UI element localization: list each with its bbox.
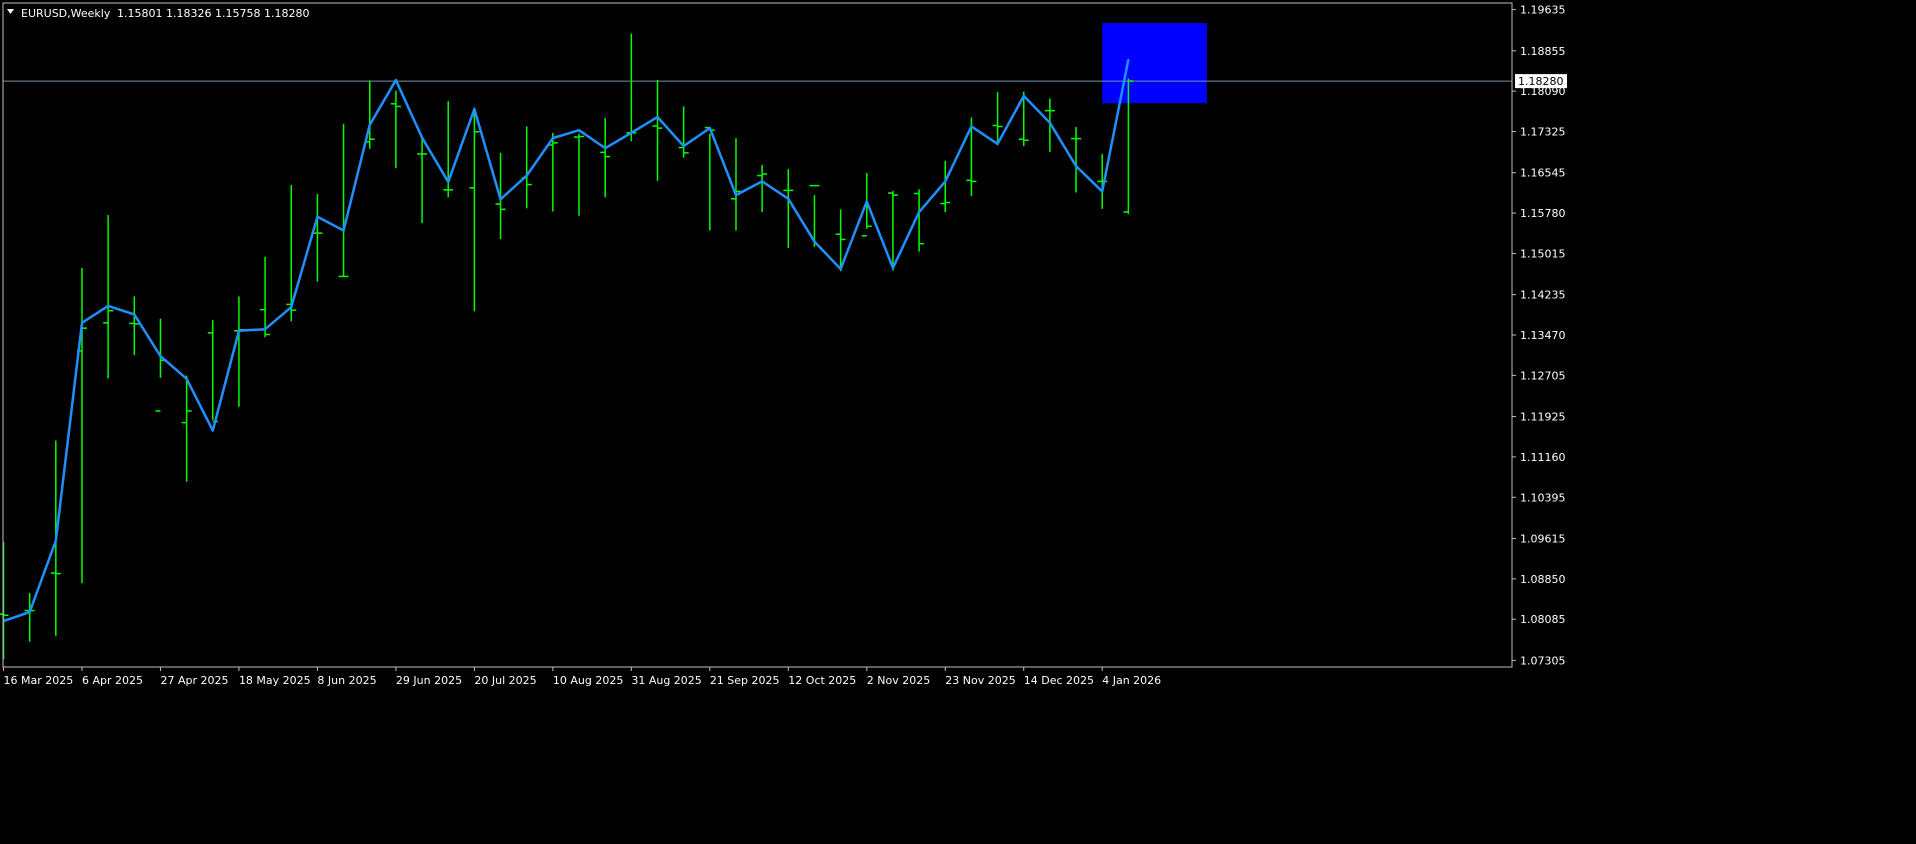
line-point xyxy=(290,306,293,308)
line-point xyxy=(944,180,947,183)
line-point xyxy=(735,194,737,196)
time-tick-label: 16 Mar 2025 xyxy=(4,674,74,687)
line-point xyxy=(1101,190,1104,193)
line-point xyxy=(865,200,868,203)
line-point xyxy=(656,116,659,118)
time-tick-label: 18 May 2025 xyxy=(239,674,311,687)
line-point xyxy=(1075,165,1077,167)
line-point xyxy=(185,378,188,380)
time-tick-label: 2 Nov 2025 xyxy=(867,674,930,687)
line-point xyxy=(970,125,973,128)
symbol-label: EURUSD,Weekly xyxy=(21,7,111,20)
price-tick-label: 1.10395 xyxy=(1520,491,1566,504)
line-point xyxy=(133,313,136,316)
line-point xyxy=(1127,58,1130,61)
time-tick-label: 31 Aug 2025 xyxy=(631,674,701,687)
line-point xyxy=(499,198,502,201)
line-point xyxy=(630,132,633,134)
price-tick-label: 1.11925 xyxy=(1520,411,1566,424)
highlight-box-layer xyxy=(1102,23,1207,104)
price-tick-label: 1.13470 xyxy=(1520,329,1566,342)
time-tick-label: 10 Aug 2025 xyxy=(553,674,623,687)
line-point xyxy=(604,147,606,149)
line-point xyxy=(1022,95,1025,97)
time-tick-label: 12 Oct 2025 xyxy=(788,674,856,687)
price-chart[interactable]: 1.19635 1.18855 1.18090 1.17325 1.16545 1.157… xyxy=(0,0,1916,840)
time-tick-label: 20 Jul 2025 xyxy=(474,674,536,687)
line-point xyxy=(159,355,162,357)
line-point xyxy=(55,540,57,542)
price-tick-label: 1.09615 xyxy=(1520,532,1566,545)
line-point xyxy=(1049,122,1051,124)
price-tick-label: 1.17325 xyxy=(1520,126,1566,139)
price-tick-label: 1.11160 xyxy=(1520,451,1566,464)
time-tick-label: 4 Jan 2026 xyxy=(1102,674,1161,687)
price-tick-label: 1.15780 xyxy=(1520,207,1566,220)
chart-header: EURUSD,Weekly 1.15801 1.18326 1.15758 1.… xyxy=(7,7,309,20)
line-point xyxy=(918,211,920,213)
line-point xyxy=(787,198,790,200)
line-point xyxy=(839,268,842,270)
price-tick-label: 1.08085 xyxy=(1520,613,1566,626)
line-point xyxy=(552,137,554,139)
current-price-label: 1.18280 xyxy=(1518,75,1564,88)
time-tick-label: 6 Apr 2025 xyxy=(82,674,143,687)
highlight-box xyxy=(1102,23,1207,104)
chart-background xyxy=(0,0,1916,840)
time-tick-label: 29 Jun 2025 xyxy=(396,674,462,687)
line-point xyxy=(81,322,83,324)
line-point xyxy=(813,240,816,243)
line-point xyxy=(28,611,31,613)
line-point xyxy=(368,124,371,126)
time-tick-label: 23 Nov 2025 xyxy=(945,674,1015,687)
price-tick-label: 1.19635 xyxy=(1520,4,1566,17)
time-tick-label: 21 Sep 2025 xyxy=(710,674,780,687)
time-tick-label: 8 Jun 2025 xyxy=(317,674,376,687)
time-tick-label: 27 Apr 2025 xyxy=(160,674,228,687)
line-point xyxy=(342,229,345,232)
line-point xyxy=(996,143,999,145)
price-tick-label: 1.14235 xyxy=(1520,289,1566,302)
line-point xyxy=(761,180,763,183)
time-tick-label: 14 Dec 2025 xyxy=(1024,674,1094,687)
price-tick-label: 1.18855 xyxy=(1520,45,1566,58)
line-point xyxy=(264,328,266,330)
line-point xyxy=(892,267,894,269)
line-point xyxy=(107,305,109,307)
price-tick-label: 1.15015 xyxy=(1520,247,1566,260)
line-point xyxy=(447,181,450,183)
price-tick-label: 1.07305 xyxy=(1520,654,1566,667)
ohlc-values: 1.15801 1.18326 1.15758 1.18280 xyxy=(117,7,309,20)
line-point xyxy=(238,329,240,332)
chart-canvas[interactable]: 1.196351.188551.180901.173251.165451.157… xyxy=(0,0,1916,840)
line-point xyxy=(709,127,711,129)
line-point xyxy=(473,108,476,110)
line-point xyxy=(682,145,685,147)
price-tick-label: 1.12705 xyxy=(1520,369,1566,382)
line-point xyxy=(395,79,397,81)
line-point xyxy=(316,215,319,218)
line-point xyxy=(211,429,214,432)
line-point xyxy=(421,136,423,139)
price-tick-label: 1.16545 xyxy=(1520,167,1566,180)
price-tick-label: 1.08850 xyxy=(1520,573,1566,586)
line-point xyxy=(525,174,528,177)
line-point xyxy=(578,129,580,132)
